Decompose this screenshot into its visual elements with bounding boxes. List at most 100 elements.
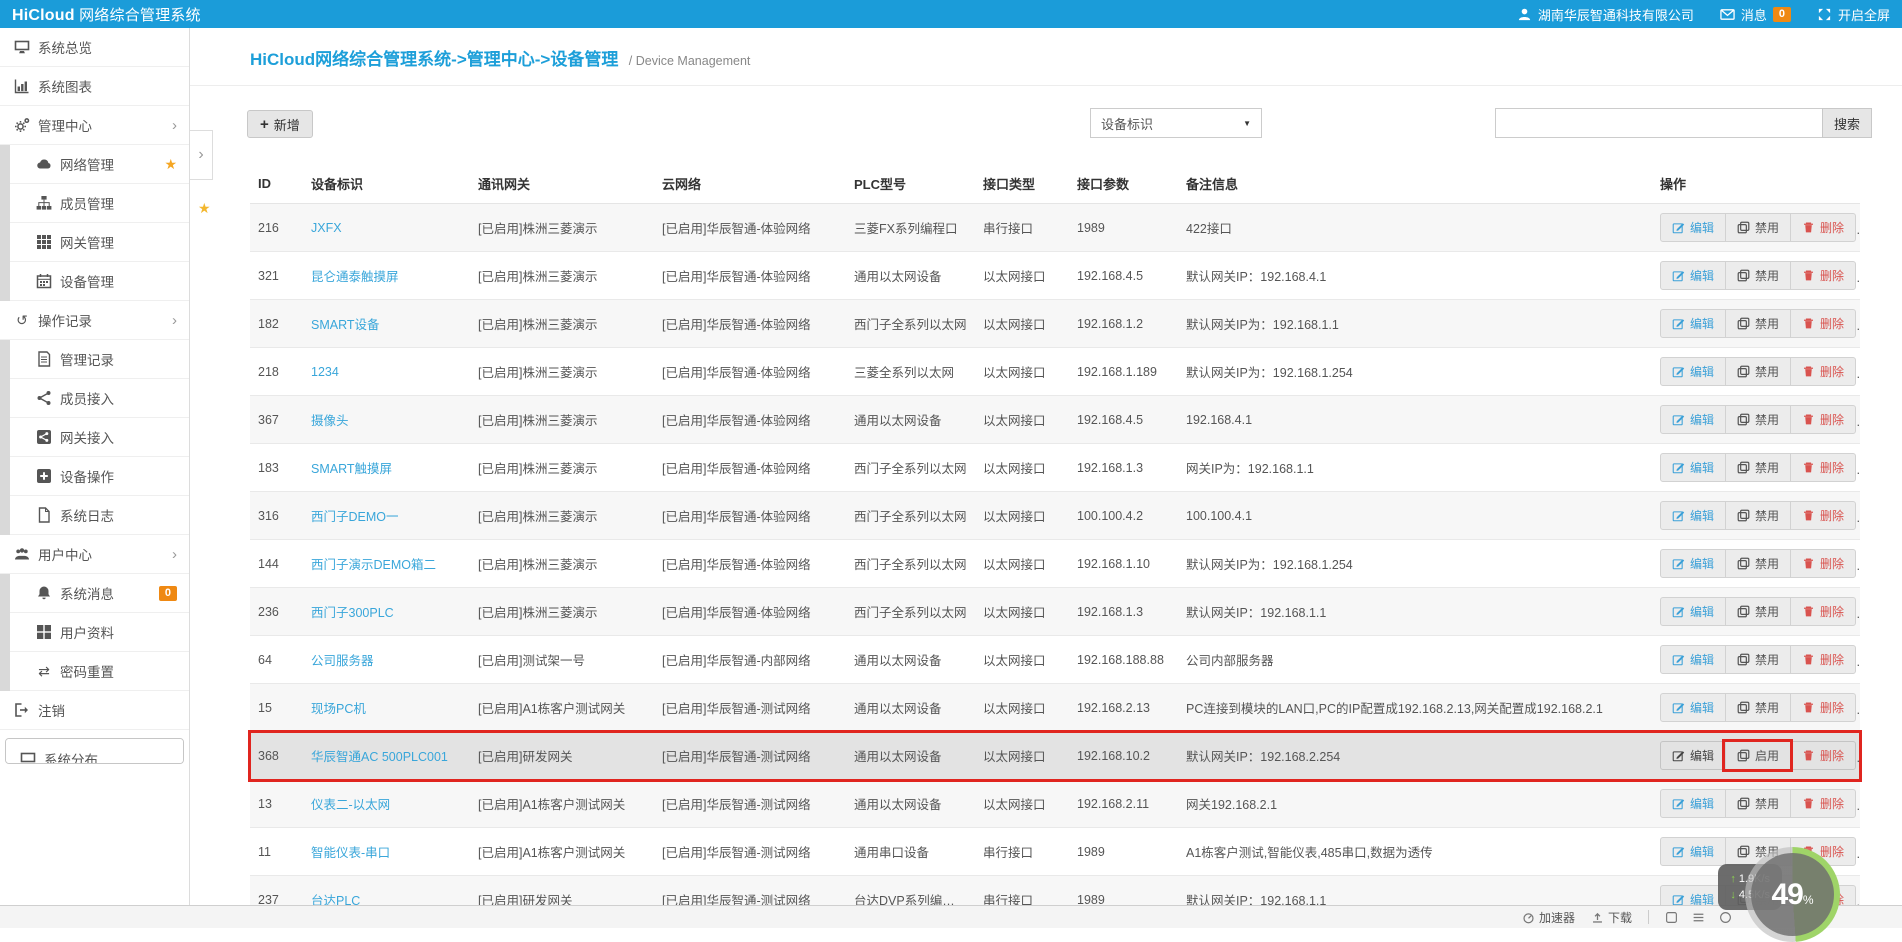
edit-button-label: 编辑: [1690, 845, 1715, 859]
edit-button[interactable]: 编辑: [1661, 742, 1725, 769]
edit-button[interactable]: 编辑: [1661, 598, 1725, 625]
delete-button[interactable]: 删除: [1790, 454, 1855, 481]
device-interface-type: 以太网接口: [975, 731, 1069, 780]
device-name-link[interactable]: 西门子300PLC: [311, 606, 394, 620]
device-interface-type: 以太网接口: [975, 347, 1069, 396]
device-name-link[interactable]: 智能仪表-串口: [311, 846, 390, 860]
device-name-cell: 公司服务器: [303, 635, 470, 684]
disable-button[interactable]: 禁用: [1725, 454, 1790, 481]
delete-button[interactable]: 删除: [1790, 502, 1855, 529]
device-name-link[interactable]: 公司服务器: [311, 654, 374, 668]
device-name-link[interactable]: 1234: [311, 365, 339, 379]
messages-button[interactable]: 消息 0: [1720, 5, 1791, 24]
account-menu[interactable]: 湖南华辰智通科技有限公司: [1517, 5, 1694, 24]
sidebar-item-system-overview[interactable]: 系统总览: [0, 28, 189, 67]
search-button[interactable]: 搜索: [1821, 108, 1872, 138]
sidebar-item-gateway-management[interactable]: 网关管理: [10, 223, 189, 262]
delete-button[interactable]: 删除: [1790, 358, 1855, 385]
sidebar-item-logout[interactable]: 注销: [0, 691, 189, 730]
disable-button[interactable]: 禁用: [1725, 358, 1790, 385]
fullscreen-button[interactable]: 开启全屏: [1817, 5, 1890, 24]
sidebar-item-member-access[interactable]: 成员接入: [10, 379, 189, 418]
device-row: 368 华辰智通AC 500PLC001 [已启用]研发网关 [已启用]华辰智通-测试…: [248, 729, 1862, 782]
disable-button[interactable]: 禁用: [1725, 790, 1790, 817]
disable-button[interactable]: 禁用: [1725, 550, 1790, 577]
device-name-link[interactable]: JXFX: [311, 221, 342, 235]
sidebar-item-management-records[interactable]: 管理记录: [10, 340, 189, 379]
device-name-link[interactable]: 西门子演示DEMO箱二: [311, 558, 436, 572]
favorite-star-icon[interactable]: ★: [198, 200, 211, 217]
delete-button[interactable]: 删除: [1790, 262, 1855, 289]
device-name-link[interactable]: 西门子DEMO一: [311, 510, 399, 524]
sidebar-item-system-logs[interactable]: 系统日志: [10, 496, 189, 535]
download-button[interactable]: 下载: [1591, 909, 1632, 926]
delete-button[interactable]: 删除: [1790, 406, 1855, 433]
device-name-link[interactable]: 昆仑通泰触摸屏: [311, 270, 399, 284]
edit-button[interactable]: 编辑: [1661, 502, 1725, 529]
circle-icon[interactable]: [1719, 911, 1732, 924]
device-name-link[interactable]: 仪表二-以太网: [311, 798, 390, 812]
trash-icon: [1802, 509, 1815, 522]
accelerator-button[interactable]: 加速器: [1522, 909, 1575, 926]
sidebar-item-management-center[interactable]: 管理中心 ›: [0, 106, 189, 145]
sidebar-item-member-management[interactable]: 成员管理: [10, 184, 189, 223]
edit-button[interactable]: 编辑: [1661, 550, 1725, 577]
edit-button[interactable]: 编辑: [1661, 790, 1725, 817]
disable-button[interactable]: 禁用: [1725, 598, 1790, 625]
action-button-group: 编辑 禁用 删除: [1660, 405, 1857, 434]
disable-button[interactable]: 禁用: [1725, 502, 1790, 529]
sidebar-item-system-messages[interactable]: 系统消息 0: [10, 574, 189, 613]
disable-button[interactable]: 禁用: [1725, 646, 1790, 673]
top-navbar: HiCloud 网络综合管理系统 湖南华辰智通科技有限公司 消息 0 开启全屏: [0, 0, 1902, 28]
edit-button[interactable]: 编辑: [1661, 406, 1725, 433]
device-interface-param: 192.168.1.189: [1069, 347, 1178, 396]
delete-button[interactable]: 删除: [1790, 646, 1855, 673]
disable-button[interactable]: 禁用: [1725, 694, 1790, 721]
edit-button[interactable]: 编辑: [1661, 262, 1725, 289]
device-name-link[interactable]: 摄像头: [311, 414, 349, 428]
edit-button[interactable]: 编辑: [1661, 838, 1725, 865]
edit-button[interactable]: 编辑: [1661, 694, 1725, 721]
device-plc-model: 通用以太网设备: [846, 635, 975, 684]
disable-button[interactable]: 禁用: [1725, 310, 1790, 337]
sidebar-item-system-charts[interactable]: 系统图表: [0, 67, 189, 106]
window-icon[interactable]: [1665, 911, 1678, 924]
enable-button[interactable]: 启用: [1725, 742, 1790, 769]
delete-button[interactable]: 删除: [1790, 214, 1855, 241]
disable-button[interactable]: 禁用: [1725, 406, 1790, 433]
sidebar-item-label: 密码重置: [60, 665, 114, 680]
column-header: PLC型号: [846, 164, 975, 204]
disable-button[interactable]: 禁用: [1725, 214, 1790, 241]
edit-button[interactable]: 编辑: [1661, 310, 1725, 337]
edit-button[interactable]: 编辑: [1661, 358, 1725, 385]
device-note: 网关IP为：192.168.1.1: [1178, 443, 1652, 492]
menu-lines-icon[interactable]: [1692, 911, 1705, 924]
device-name-link[interactable]: 华辰智通AC 500PLC001: [311, 750, 448, 764]
delete-button[interactable]: 删除: [1790, 694, 1855, 721]
sidebar-item-gateway-access[interactable]: 网关接入: [10, 418, 189, 457]
sidebar-item-device-operation[interactable]: 设备操作: [10, 457, 189, 496]
delete-button[interactable]: 删除: [1790, 310, 1855, 337]
edit-button[interactable]: 编辑: [1661, 214, 1725, 241]
sidebar-item-operation-records[interactable]: ↺ 操作记录 ›: [0, 301, 189, 340]
add-device-button[interactable]: + 新增: [247, 110, 313, 138]
device-name-link[interactable]: SMART触摸屏: [311, 462, 392, 476]
device-name-link[interactable]: 现场PC机: [311, 702, 366, 716]
delete-button[interactable]: 删除: [1790, 598, 1855, 625]
device-name-link[interactable]: SMART设备: [311, 318, 380, 332]
sidebar-item-user-center[interactable]: 用户中心 ›: [0, 535, 189, 574]
search-input[interactable]: [1494, 108, 1822, 138]
sidebar-item-system-distribution[interactable]: 系统分布: [6, 739, 183, 763]
disable-button[interactable]: 禁用: [1725, 262, 1790, 289]
delete-button[interactable]: 删除: [1790, 742, 1855, 769]
sidebar-item-password-reset[interactable]: ⇄ 密码重置: [10, 652, 189, 691]
sidebar-item-device-management[interactable]: 设备管理: [10, 262, 189, 301]
delete-button[interactable]: 删除: [1790, 550, 1855, 577]
sidebar-item-network-management[interactable]: 网络管理 ★: [10, 145, 189, 184]
sidebar-item-user-profile[interactable]: 用户资料: [10, 613, 189, 652]
envelope-icon: [1720, 7, 1735, 22]
delete-button[interactable]: 删除: [1790, 790, 1855, 817]
device-filter-select[interactable]: 设备标识 ▼: [1090, 108, 1262, 138]
edit-button[interactable]: 编辑: [1661, 646, 1725, 673]
edit-button[interactable]: 编辑: [1661, 454, 1725, 481]
